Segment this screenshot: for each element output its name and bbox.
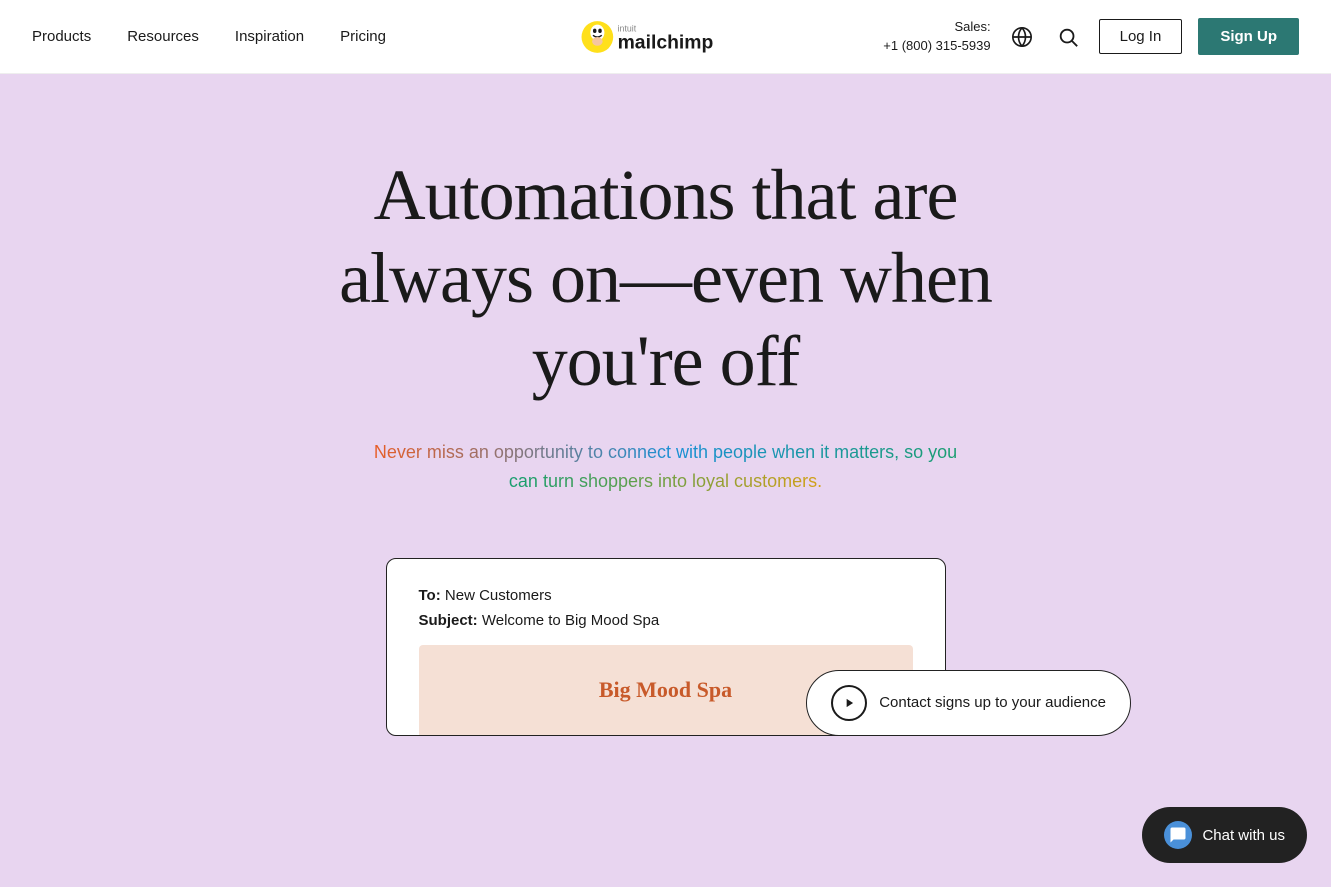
brand-name: Big Mood Spa — [599, 677, 732, 703]
globe-icon-button[interactable] — [1007, 22, 1037, 52]
hero-subtitle: Never miss an opportunity to connect wit… — [366, 438, 966, 496]
nav-left: Products Resources Inspiration Pricing — [32, 28, 386, 45]
login-button[interactable]: Log In — [1099, 19, 1183, 54]
nav-item-inspiration[interactable]: Inspiration — [235, 28, 304, 45]
sales-label: Sales: — [883, 18, 990, 36]
svg-text:mailchimp: mailchimp — [617, 31, 713, 53]
sales-phone: +1 (800) 315-5939 — [883, 37, 990, 55]
sales-info: Sales: +1 (800) 315-5939 — [883, 18, 990, 54]
search-icon — [1057, 26, 1079, 48]
chat-widget-label: Chat with us — [1202, 827, 1285, 844]
chat-widget[interactable]: Chat with us — [1142, 807, 1307, 863]
hero-subtitle-text: Never miss an opportunity to connect wit… — [374, 442, 957, 491]
play-icon — [831, 685, 867, 721]
chat-icon — [1169, 826, 1187, 844]
site-logo[interactable]: intuit mailchimp — [578, 15, 754, 59]
nav-right: Sales: +1 (800) 315-5939 Log In Sign Up — [883, 18, 1299, 55]
nav-item-products[interactable]: Products — [32, 28, 91, 45]
nav-item-resources[interactable]: Resources — [127, 28, 199, 45]
to-value: New Customers — [445, 587, 552, 604]
search-icon-button[interactable] — [1053, 22, 1083, 52]
play-triangle-icon — [842, 696, 856, 710]
email-subject-row: Subject: Welcome to Big Mood Spa — [419, 612, 913, 629]
hero-title: Automations that are always on—even when… — [316, 154, 1016, 402]
signup-button[interactable]: Sign Up — [1198, 18, 1299, 55]
contact-signs-up-bubble[interactable]: Contact signs up to your audience — [806, 670, 1131, 736]
navbar: Products Resources Inspiration Pricing i… — [0, 0, 1331, 74]
subject-value: Welcome to Big Mood Spa — [482, 612, 659, 629]
email-to-row: To: New Customers — [419, 587, 913, 604]
nav-item-pricing[interactable]: Pricing — [340, 28, 386, 45]
chat-avatar — [1164, 821, 1192, 849]
hero-card-area: To: New Customers Subject: Welcome to Bi… — [0, 556, 1331, 736]
contact-bubble-text: Contact signs up to your audience — [879, 694, 1106, 711]
hero-section: Automations that are always on—even when… — [0, 74, 1331, 887]
to-label: To: — [419, 587, 441, 604]
globe-icon — [1011, 26, 1033, 48]
subject-label: Subject: — [419, 612, 478, 629]
